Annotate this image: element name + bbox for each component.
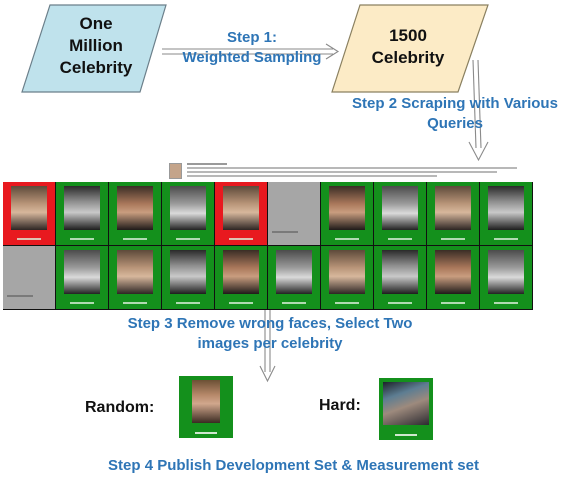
- thumbnail-caption-line: [494, 238, 518, 240]
- thumbnail-caption-line: [494, 302, 518, 304]
- grid-cell: [162, 182, 214, 245]
- one-million-label: One Million Celebrity: [59, 14, 133, 77]
- grid-cell: [109, 182, 161, 245]
- grid-cell: [374, 182, 426, 245]
- grid-cell: [56, 246, 108, 309]
- face-thumbnail: [170, 250, 206, 294]
- step3-label: Step 3 Remove wrong faces, Select Two im…: [127, 315, 413, 352]
- search-result-thumbnail-icon: [169, 163, 182, 179]
- grid-cell: [3, 246, 55, 309]
- grid-cell: [480, 182, 532, 245]
- face-thumbnail: [382, 186, 418, 230]
- grid-cell: [321, 246, 373, 309]
- thumbnail-caption-line: [388, 302, 412, 304]
- placeholder-caption-line: [7, 295, 33, 297]
- face-thumbnail: [435, 250, 471, 294]
- grid-cell: [215, 182, 267, 245]
- face-thumbnail: [170, 186, 206, 230]
- face-thumbnail: [382, 250, 418, 294]
- grid-cell: [480, 246, 532, 309]
- face-thumbnail: [117, 186, 153, 230]
- grid-cell: [374, 246, 426, 309]
- grid-cell: [109, 246, 161, 309]
- grid-cell: [427, 182, 479, 245]
- thumbnail-caption-line: [441, 302, 465, 304]
- image-grid: [3, 182, 533, 310]
- hard-label: Hard:: [319, 397, 361, 414]
- grid-cell: [162, 246, 214, 309]
- face-thumbnail: [117, 250, 153, 294]
- grid-cell: [268, 182, 320, 245]
- face-thumbnail: [276, 250, 312, 294]
- face-thumbnail: [488, 250, 524, 294]
- face-thumbnail: [329, 186, 365, 230]
- thumbnail-caption-line: [335, 238, 359, 240]
- face-thumbnail: [223, 250, 259, 294]
- grid-cell: [215, 246, 267, 309]
- thumbnail-caption-line: [123, 238, 147, 240]
- thumbnail-caption-line: [176, 238, 200, 240]
- thumbnail-caption-line: [70, 302, 94, 304]
- grid-cell: [56, 182, 108, 245]
- face-thumbnail: [64, 186, 100, 230]
- face-thumbnail: [223, 186, 259, 230]
- step1-label: Step 1: Weighted Sampling: [182, 29, 322, 66]
- face-thumbnail: [11, 186, 47, 230]
- thumbnail-caption-line: [229, 302, 253, 304]
- grid-cell: [321, 182, 373, 245]
- face-thumbnail: [329, 250, 365, 294]
- face-thumbnail: [64, 250, 100, 294]
- grid-cell: [3, 182, 55, 245]
- thumbnail-caption-line: [17, 238, 41, 240]
- placeholder-caption-line: [272, 231, 298, 233]
- thumbnail-caption-line: [282, 302, 306, 304]
- grid-cell: [427, 246, 479, 309]
- search-result-snippet: [167, 161, 537, 181]
- face-thumbnail: [435, 186, 471, 230]
- celeb-1500-label: 1500 Celebrity: [371, 26, 445, 67]
- step2-label: Step 2 Scraping with Various Queries: [352, 95, 558, 132]
- step4-label: Step 4 Publish Development Set & Measure…: [108, 457, 479, 474]
- search-result-text-lines: [187, 163, 537, 179]
- grid-cell: [268, 246, 320, 309]
- hard-sample-image: [379, 378, 433, 440]
- thumbnail-caption-line: [229, 238, 253, 240]
- thumbnail-caption-line: [335, 302, 359, 304]
- thumbnail-caption-line: [388, 238, 412, 240]
- random-label: Random:: [85, 399, 155, 416]
- face-thumbnail: [488, 186, 524, 230]
- random-sample-image: [179, 376, 233, 438]
- thumbnail-caption-line: [70, 238, 94, 240]
- thumbnail-caption-line: [176, 302, 200, 304]
- thumbnail-caption-line: [441, 238, 465, 240]
- thumbnail-caption-line: [123, 302, 147, 304]
